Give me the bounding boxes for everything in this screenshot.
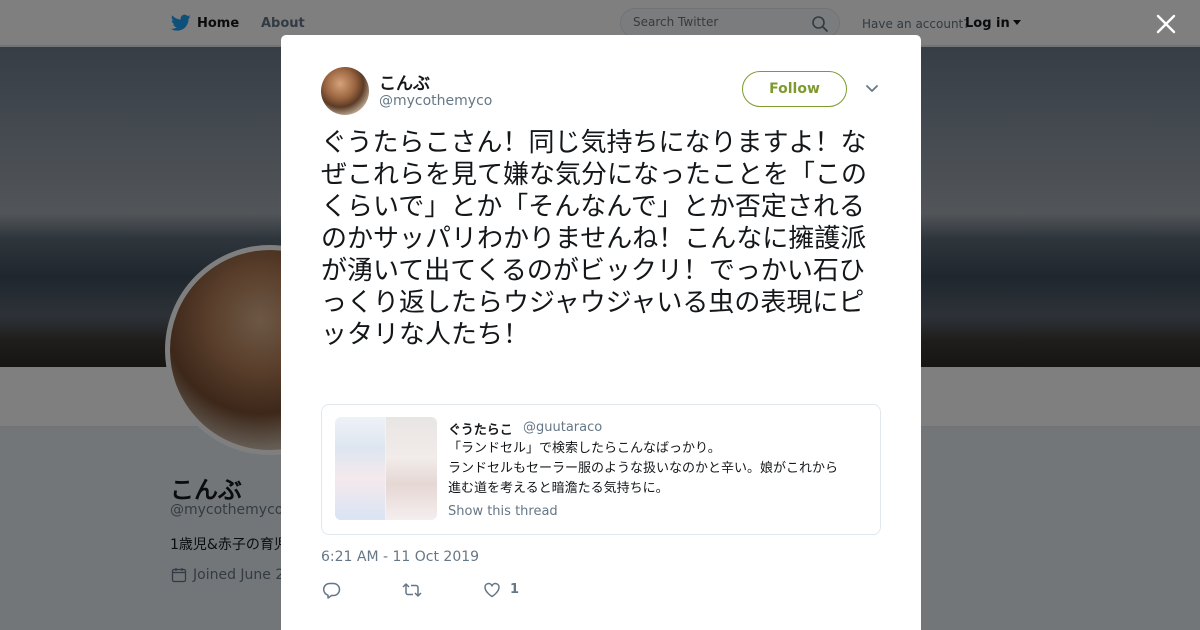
like-count: 1 [510,582,520,597]
quoted-tweet-text: 「ランドセル」で検索したらこんなばっかり。 ランドセルもセーラー服のような扱いな… [448,439,872,499]
quoted-author-name: ぐうたらこ [448,423,513,438]
tweet-author-handle[interactable]: @mycothemyco [379,93,492,109]
retweet-icon[interactable] [402,581,422,599]
quoted-text-line: ランドセルもセーラー服のような扱いなのかと辛い。娘がこれから [448,461,839,476]
show-thread-link[interactable]: Show this thread [448,504,558,519]
quoted-tweet-image[interactable] [335,417,437,520]
quoted-image-right-panel [386,417,437,520]
quoted-author-handle: @guutaraco [523,420,603,435]
quoted-image-left-panel [335,417,385,520]
close-icon[interactable] [1154,12,1178,36]
tweet-text: ぐうたらこさん！同じ気持ちになりますよ！なぜこれらを見て嫌な気分になったことを「… [321,128,868,350]
quoted-text-line: 「ランドセル」で検索したらこんなばっかり。 [448,441,721,456]
heart-icon[interactable] [483,581,501,599]
tweet-author-avatar[interactable] [321,67,369,115]
tweet-modal: こんぶ @mycothemyco Follow ぐうたらこさん！同じ気持ちになり… [281,35,921,630]
tweet-author-name[interactable]: こんぶ [379,69,430,94]
follow-button[interactable]: Follow [742,71,847,107]
quoted-tweet[interactable]: ぐうたらこ @guutaraco 「ランドセル」で検索したらこんなばっかり。 ラ… [321,404,881,535]
reply-icon[interactable] [323,581,341,599]
chevron-down-icon[interactable] [865,83,879,95]
quoted-text-line: 進む道を考えると暗澹たる気持ちに。 [448,481,669,496]
tweet-timestamp[interactable]: 6:21 AM - 11 Oct 2019 [321,549,479,565]
